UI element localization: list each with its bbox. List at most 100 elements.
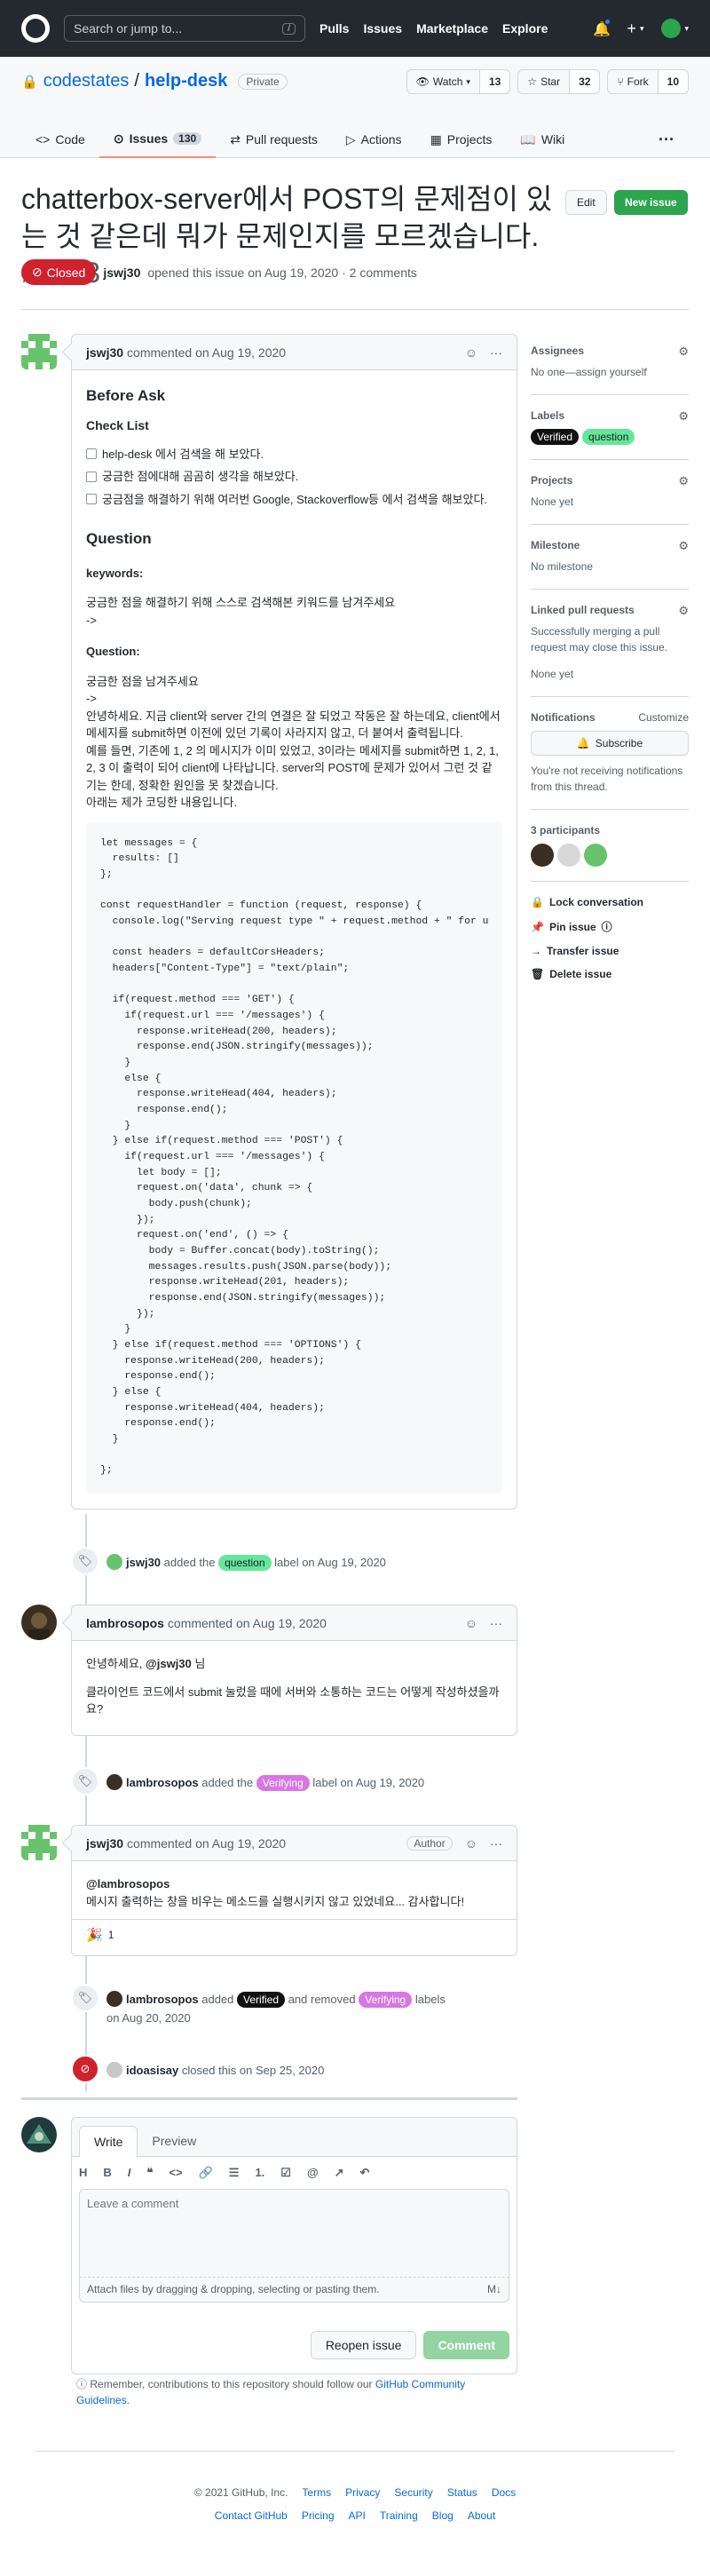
reply-icon[interactable]: ↶ bbox=[360, 2166, 370, 2180]
footer-link[interactable]: Pricing bbox=[302, 2509, 335, 2522]
star-count[interactable]: 32 bbox=[570, 70, 600, 93]
gear-icon[interactable]: ⚙ bbox=[678, 345, 689, 359]
comment-author-link[interactable]: lambrosopos bbox=[86, 1616, 164, 1630]
gear-icon[interactable]: ⚙ bbox=[678, 539, 689, 553]
participant-avatar[interactable] bbox=[584, 844, 607, 867]
more-options-icon[interactable]: ··· bbox=[659, 131, 674, 149]
gear-icon[interactable]: ⚙ bbox=[678, 409, 689, 424]
tab-projects[interactable]: ▦ Projects bbox=[416, 121, 507, 158]
avatar[interactable] bbox=[106, 1554, 122, 1570]
avatar[interactable] bbox=[106, 1774, 122, 1790]
mention-icon[interactable]: @ bbox=[307, 2166, 319, 2180]
label-question[interactable]: question bbox=[218, 1555, 272, 1571]
link-icon[interactable]: 🔗 bbox=[199, 2166, 213, 2180]
tab-pull-requests[interactable]: ⇄ Pull requests bbox=[216, 121, 332, 158]
smiley-icon[interactable]: ☺ bbox=[465, 1616, 477, 1630]
nav-explore[interactable]: Explore bbox=[502, 21, 548, 36]
fork-count[interactable]: 10 bbox=[658, 70, 688, 93]
task-list-icon[interactable]: ☑ bbox=[280, 2166, 291, 2180]
watch-count[interactable]: 13 bbox=[479, 70, 510, 93]
tab-preview[interactable]: Preview bbox=[138, 2126, 210, 2156]
tab-actions[interactable]: ▷ Actions bbox=[332, 121, 416, 158]
actor-link[interactable]: lambrosopos bbox=[126, 1776, 199, 1789]
gear-icon[interactable]: ⚙ bbox=[678, 604, 689, 618]
tab-issues[interactable]: ⊙ Issues 130 bbox=[99, 121, 217, 158]
italic-icon[interactable]: I bbox=[128, 2166, 131, 2180]
footer-link[interactable]: About bbox=[468, 2509, 495, 2522]
kebab-menu-icon[interactable]: ··· bbox=[490, 1616, 502, 1630]
footer-link[interactable]: Status bbox=[447, 2486, 477, 2499]
linked-prs-title[interactable]: Linked pull requests bbox=[531, 604, 689, 616]
notifications-bell-icon[interactable]: 🔔 bbox=[593, 18, 612, 37]
issue-author-link[interactable]: jswj30 bbox=[103, 266, 140, 280]
event-date[interactable]: on Aug 20, 2020 bbox=[106, 2011, 191, 2025]
bullet-list-icon[interactable]: ☰ bbox=[229, 2166, 240, 2180]
avatar[interactable] bbox=[21, 1825, 57, 1860]
edit-title-button[interactable]: Edit bbox=[565, 190, 607, 215]
footer-link[interactable]: Docs bbox=[492, 2486, 516, 2499]
footer-link[interactable]: Terms bbox=[302, 2486, 331, 2499]
nav-issues[interactable]: Issues bbox=[363, 21, 402, 36]
code-icon[interactable]: <> bbox=[169, 2166, 182, 2180]
actor-link[interactable]: lambrosopos bbox=[126, 1993, 199, 2006]
mention-link[interactable]: @jswj30 bbox=[146, 1657, 192, 1670]
github-logo-icon[interactable] bbox=[21, 14, 50, 43]
label-question[interactable]: question bbox=[582, 429, 635, 445]
participant-avatar[interactable] bbox=[531, 844, 554, 867]
delete-issue-button[interactable]: 🗑 Delete issue bbox=[531, 968, 689, 980]
watch-button[interactable]: 👁 Watch ▾ 13 bbox=[406, 69, 511, 94]
user-menu[interactable]: ▾ bbox=[661, 19, 689, 38]
nav-pulls[interactable]: Pulls bbox=[320, 21, 349, 36]
actor-link[interactable]: idoasisay bbox=[126, 2064, 178, 2077]
avatar[interactable] bbox=[21, 1605, 57, 1640]
cross-reference-icon[interactable]: ↗ bbox=[335, 2166, 344, 2180]
tab-code[interactable]: <> Code bbox=[21, 121, 99, 158]
nav-marketplace[interactable]: Marketplace bbox=[416, 21, 488, 36]
label-verified[interactable]: Verified bbox=[531, 429, 580, 445]
transfer-issue-button[interactable]: → Transfer issue bbox=[531, 945, 689, 957]
repo-name-link[interactable]: help-desk bbox=[145, 71, 227, 91]
new-issue-button[interactable]: New issue bbox=[614, 190, 688, 215]
tab-write[interactable]: Write bbox=[79, 2126, 138, 2157]
reopen-issue-button[interactable]: Reopen issue bbox=[310, 2331, 417, 2359]
smiley-icon[interactable]: ☺ bbox=[465, 345, 477, 360]
footer-link[interactable]: Contact GitHub bbox=[215, 2509, 288, 2522]
footer-link[interactable]: Privacy bbox=[345, 2486, 380, 2499]
gear-icon[interactable]: ⚙ bbox=[678, 474, 689, 488]
checkbox[interactable] bbox=[86, 494, 97, 505]
lock-conversation-button[interactable]: 🔒 Lock conversation bbox=[531, 896, 689, 908]
footer-link[interactable]: Security bbox=[394, 2486, 432, 2499]
participant-avatar[interactable] bbox=[557, 844, 580, 867]
checkbox[interactable] bbox=[86, 471, 97, 482]
avatar[interactable] bbox=[21, 2117, 57, 2152]
star-button[interactable]: ☆ Star 32 bbox=[517, 69, 601, 94]
attach-files-bar[interactable]: Attach files by dragging & dropping, sel… bbox=[79, 2278, 509, 2303]
reaction-bar[interactable]: 🎉 1 bbox=[72, 1919, 517, 1950]
create-new-menu[interactable]: + ▾ bbox=[627, 20, 643, 38]
smiley-icon[interactable]: ☺ bbox=[465, 1836, 477, 1851]
footer-link[interactable]: Training bbox=[380, 2509, 418, 2522]
quote-icon[interactable]: ❝ bbox=[146, 2166, 153, 2180]
bold-icon[interactable]: B bbox=[103, 2166, 111, 2180]
fork-button[interactable]: ⑂ Fork 10 bbox=[607, 69, 689, 94]
comment-meta[interactable]: commented on Aug 19, 2020 bbox=[127, 1836, 286, 1851]
label-verifying[interactable]: Verifying bbox=[359, 1992, 413, 2008]
mention-link[interactable]: @lambrosopos bbox=[86, 1877, 170, 1890]
actor-link[interactable]: jswj30 bbox=[126, 1556, 161, 1569]
numbered-list-icon[interactable]: 1. bbox=[255, 2166, 264, 2180]
assignees-title[interactable]: Assignees bbox=[531, 345, 689, 357]
comment-textarea[interactable]: Leave a comment bbox=[79, 2189, 509, 2278]
comment-author-link[interactable]: jswj30 bbox=[86, 1836, 123, 1851]
comment-author-link[interactable]: jswj30 bbox=[86, 345, 123, 360]
milestone-title[interactable]: Milestone bbox=[531, 539, 689, 551]
comment-button[interactable]: Comment bbox=[423, 2331, 509, 2359]
projects-title[interactable]: Projects bbox=[531, 474, 689, 487]
subscribe-button[interactable]: 🔔 Subscribe bbox=[531, 731, 689, 756]
avatar[interactable] bbox=[106, 1991, 122, 2007]
labels-title[interactable]: Labels bbox=[531, 409, 689, 422]
footer-link[interactable]: API bbox=[349, 2509, 366, 2522]
comment-meta[interactable]: commented on Aug 19, 2020 bbox=[127, 345, 286, 360]
label-verifying[interactable]: Verifying bbox=[256, 1775, 310, 1791]
kebab-menu-icon[interactable]: ··· bbox=[490, 1836, 502, 1851]
kebab-menu-icon[interactable]: ··· bbox=[490, 345, 502, 360]
